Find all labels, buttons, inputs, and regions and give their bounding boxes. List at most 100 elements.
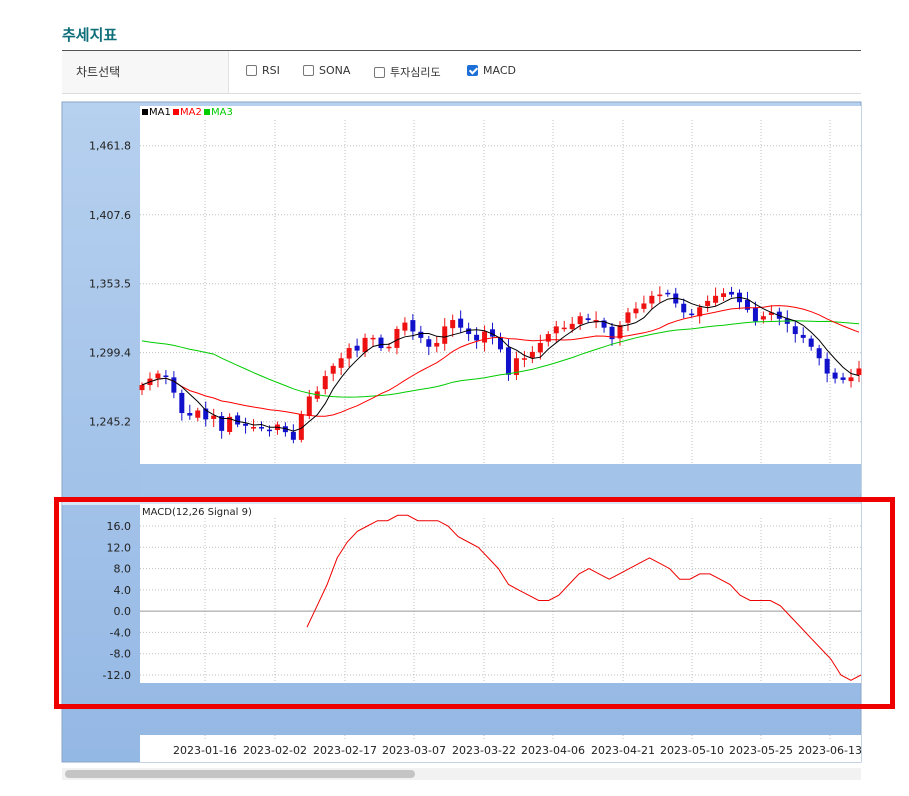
candle-body — [163, 375, 169, 378]
x-tick-label: 2023-03-07 — [382, 744, 446, 757]
legend-label: MA1 — [149, 107, 171, 118]
macd-y-tick-label: -8.0 — [110, 648, 131, 661]
candle-body — [713, 295, 719, 303]
candle-body — [474, 334, 480, 341]
candle-body — [856, 368, 862, 376]
price-y-tick-label: 1,245.2 — [89, 416, 131, 429]
candle-body — [824, 358, 830, 374]
candle-body — [705, 300, 711, 307]
candle-body — [721, 293, 727, 297]
candle-body — [792, 326, 798, 335]
price-panel-bottom — [140, 464, 861, 494]
candle-body — [434, 342, 440, 347]
macd-y-tick-label: 4.0 — [114, 584, 132, 597]
legend-label: MA2 — [180, 107, 202, 118]
candle-body — [808, 338, 814, 347]
candle-body — [482, 331, 488, 343]
price-y-tick-label: 1,461.8 — [89, 140, 131, 153]
legend-swatch — [142, 109, 148, 115]
candle-body — [139, 385, 145, 391]
candle-body — [354, 345, 360, 351]
macd-title: MACD(12,26 Signal 9) — [142, 507, 252, 518]
candle-body — [386, 346, 392, 349]
price-y-tick-label: 1,299.4 — [89, 347, 131, 360]
candle-body — [537, 342, 543, 353]
candle-body — [426, 339, 432, 347]
candle-body — [832, 372, 838, 379]
candle-body — [155, 373, 161, 379]
x-tick-label: 2023-05-25 — [729, 744, 793, 757]
scrollbar-thumb[interactable] — [65, 770, 415, 778]
candle-body — [306, 396, 312, 416]
x-tick-label: 2023-05-10 — [660, 744, 724, 757]
candle-body — [529, 351, 535, 358]
candle-body — [569, 323, 575, 330]
candle-body — [290, 431, 296, 440]
candle-body — [752, 307, 758, 322]
candle-body — [561, 327, 567, 330]
x-tick-label: 2023-01-16 — [173, 744, 237, 757]
candle-body — [322, 376, 328, 390]
candle-body — [681, 303, 687, 313]
candle-body — [251, 427, 257, 429]
candle-body — [266, 429, 272, 432]
candle-body — [418, 331, 424, 338]
price-legend-strip — [140, 106, 861, 120]
legend-swatch — [173, 109, 179, 115]
candle-body — [410, 320, 416, 332]
candle-body — [195, 410, 201, 418]
candle-body — [338, 358, 344, 368]
candle-body — [649, 295, 655, 304]
candle-body — [179, 392, 185, 414]
x-tick-label: 2023-04-21 — [591, 744, 655, 757]
x-tick-label: 2023-06-13 — [798, 744, 862, 757]
candle-body — [545, 334, 551, 342]
candle-body — [760, 316, 766, 320]
x-tick-label: 2023-02-17 — [313, 744, 377, 757]
price-plot-area — [140, 120, 861, 464]
candle-body — [689, 313, 695, 316]
x-tick-label: 2023-03-22 — [452, 744, 516, 757]
candle-body — [585, 318, 591, 321]
x-tick-label: 2023-04-06 — [521, 744, 585, 757]
candle-body — [362, 337, 368, 353]
candle-body — [442, 326, 448, 344]
macd-y-tick-label: -4.0 — [110, 626, 131, 639]
candle-body — [521, 358, 527, 360]
candle-body — [633, 308, 639, 314]
price-y-tick-label: 1,407.6 — [89, 209, 131, 222]
macd-y-tick-label: 8.0 — [114, 563, 132, 576]
price-y-tick-label: 1,353.5 — [89, 278, 131, 291]
candle-body — [171, 377, 177, 393]
candle-body — [505, 347, 511, 375]
candle-body — [402, 322, 408, 331]
macd-y-tick-label: 0.0 — [114, 605, 132, 618]
candle-body — [665, 292, 671, 295]
candle-body — [848, 377, 854, 382]
candle-body — [370, 337, 376, 340]
legend-swatch — [204, 109, 210, 115]
chart-svg: 2023-01-16 2023-02-02 2023-02-17 2023-03-07… — [61, 101, 862, 763]
candle-body — [553, 326, 559, 334]
candle-body — [330, 365, 336, 374]
x-tick-label: 2023-02-02 — [243, 744, 307, 757]
macd-y-tick-label: 12.0 — [107, 541, 132, 554]
macd-y-tick-label: -12.0 — [103, 669, 131, 682]
candle-body — [450, 320, 456, 329]
candle-body — [187, 413, 193, 416]
candle-body — [744, 299, 750, 310]
candle-body — [394, 328, 400, 348]
candle-body — [378, 337, 384, 349]
candle-body — [259, 427, 264, 429]
candle-body — [641, 303, 647, 309]
candle-body — [800, 334, 806, 338]
candle-body — [840, 377, 846, 380]
candle-body — [458, 318, 464, 328]
macd-y-tick-label: 16.0 — [107, 520, 132, 533]
candle-body — [625, 312, 631, 323]
candle-body — [657, 294, 663, 297]
candle-body — [816, 348, 822, 359]
legend-label: MA3 — [211, 107, 233, 118]
candle-body — [346, 348, 352, 359]
candle-body — [243, 423, 249, 426]
